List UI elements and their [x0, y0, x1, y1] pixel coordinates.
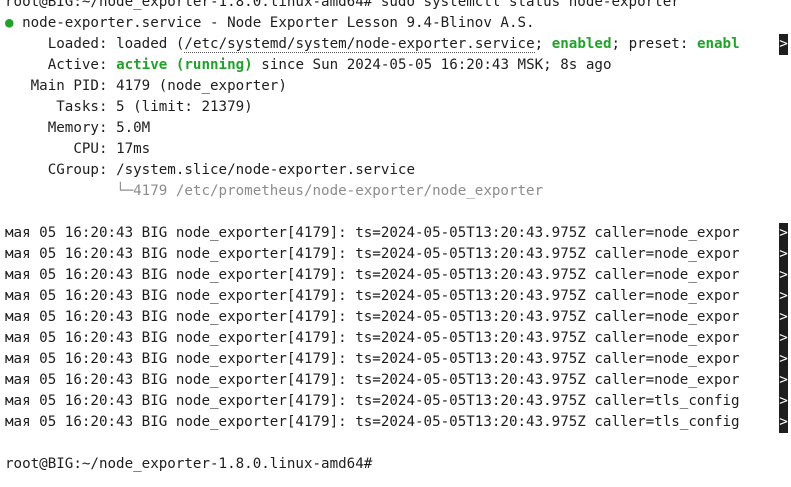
- truncation-marker: >: [779, 412, 788, 433]
- loaded-line: Loaded: loaded (/etc/systemd/system/node…: [0, 34, 791, 55]
- active-line: Active: active (running) since Sun 2024-…: [0, 55, 791, 76]
- command-line: root@BIG:~/node_exporter-1.8.0.linux-amd…: [0, 0, 791, 13]
- log-text: мая 05 16:20:43 BIG node_exporter[4179]:…: [5, 330, 740, 346]
- log-text: мая 05 16:20:43 BIG node_exporter[4179]:…: [5, 372, 740, 388]
- truncation-marker: >: [779, 34, 788, 55]
- service-header-line: ● node-exporter.service - Node Exporter …: [0, 13, 791, 34]
- log-text: мая 05 16:20:43 BIG node_exporter[4179]:…: [5, 414, 740, 430]
- active-since: since Sun 2024-05-05 16:20:43 MSK; 8s ag…: [252, 57, 612, 73]
- truncation-marker: >: [779, 244, 788, 265]
- memory-value: 5.0M: [116, 120, 151, 136]
- shell-prompt: root@BIG:~/node_exporter-1.8.0.linux-amd…: [5, 0, 373, 10]
- cgroup-value: /system.slice/node-exporter.service: [116, 162, 416, 178]
- memory-line: Memory: 5.0M: [0, 118, 791, 139]
- main-pid-line: Main PID: 4179 (node_exporter): [0, 76, 791, 97]
- preset-label: ; preset:: [611, 36, 697, 52]
- final-prompt-line[interactable]: root@BIG:~/node_exporter-1.8.0.linux-amd…: [0, 454, 791, 475]
- log-line: мая 05 16:20:43 BIG node_exporter[4179]:…: [0, 328, 791, 349]
- log-text: мая 05 16:20:43 BIG node_exporter[4179]:…: [5, 393, 740, 409]
- log-line: мая 05 16:20:43 BIG node_exporter[4179]:…: [0, 223, 791, 244]
- log-line: мая 05 16:20:43 BIG node_exporter[4179]:…: [0, 349, 791, 370]
- tasks-line: Tasks: 5 (limit: 21379): [0, 97, 791, 118]
- enabled-status: enabled: [551, 36, 612, 52]
- log-line: мая 05 16:20:43 BIG node_exporter[4179]:…: [0, 286, 791, 307]
- active-label: Active:: [47, 57, 117, 73]
- service-title: node-exporter.service - Node Exporter Le…: [22, 15, 535, 31]
- active-state: active (running): [116, 57, 253, 73]
- log-line: мая 05 16:20:43 BIG node_exporter[4179]:…: [0, 244, 791, 265]
- unit-file-path: /etc/systemd/system/node-exporter.servic…: [184, 36, 535, 53]
- truncation-marker: >: [779, 349, 788, 370]
- log-text: мая 05 16:20:43 BIG node_exporter[4179]:…: [5, 246, 740, 262]
- loaded-prefix: loaded (: [116, 36, 185, 52]
- truncation-marker: >: [779, 391, 788, 412]
- log-text: мая 05 16:20:43 BIG node_exporter[4179]:…: [5, 267, 740, 283]
- cpu-line: CPU: 17ms: [0, 139, 791, 160]
- cpu-label: CPU:: [73, 141, 117, 157]
- memory-label: Memory:: [47, 120, 117, 136]
- cgroup-child-line: └─4179 /etc/prometheus/node-exporter/nod…: [0, 181, 791, 202]
- cgroup-child-process: └─4179 /etc/prometheus/node-exporter/nod…: [116, 183, 544, 199]
- log-line: мая 05 16:20:43 BIG node_exporter[4179]:…: [0, 265, 791, 286]
- cgroup-label: CGroup:: [47, 162, 117, 178]
- truncation-marker: >: [779, 286, 788, 307]
- log-line: мая 05 16:20:43 BIG node_exporter[4179]:…: [0, 370, 791, 391]
- command-text: sudo systemctl status node-exporter: [372, 0, 680, 10]
- truncation-marker: >: [779, 307, 788, 328]
- shell-prompt: root@BIG:~/node_exporter-1.8.0.linux-amd…: [5, 456, 373, 472]
- truncation-marker: >: [779, 223, 788, 244]
- log-line: мая 05 16:20:43 BIG node_exporter[4179]:…: [0, 412, 791, 433]
- journal-log: мая 05 16:20:43 BIG node_exporter[4179]:…: [0, 223, 791, 433]
- log-text: мая 05 16:20:43 BIG node_exporter[4179]:…: [5, 288, 740, 304]
- loaded-separator: ;: [534, 36, 552, 52]
- main-pid-label: Main PID:: [30, 78, 117, 94]
- log-text: мая 05 16:20:43 BIG node_exporter[4179]:…: [5, 309, 740, 325]
- main-pid-value: 4179 (node_exporter): [116, 78, 287, 94]
- truncation-marker: >: [779, 370, 788, 391]
- tasks-value: 5 (limit: 21379): [116, 99, 253, 115]
- truncation-marker: >: [779, 265, 788, 286]
- log-line: мая 05 16:20:43 BIG node_exporter[4179]:…: [0, 391, 791, 412]
- tasks-label: Tasks:: [56, 99, 117, 115]
- log-text: мая 05 16:20:43 BIG node_exporter[4179]:…: [5, 225, 740, 241]
- truncation-marker: >: [779, 328, 788, 349]
- status-dot-icon: ●: [5, 15, 14, 31]
- log-line: мая 05 16:20:43 BIG node_exporter[4179]:…: [0, 307, 791, 328]
- cgroup-line: CGroup: /system.slice/node-exporter.serv…: [0, 160, 791, 181]
- preset-status: enabl: [696, 36, 740, 52]
- cpu-value: 17ms: [116, 141, 151, 157]
- loaded-label: Loaded:: [47, 36, 117, 52]
- log-text: мая 05 16:20:43 BIG node_exporter[4179]:…: [5, 351, 740, 367]
- terminal-window[interactable]: root@BIG:~/node_exporter-1.8.0.linux-amd…: [0, 0, 791, 487]
